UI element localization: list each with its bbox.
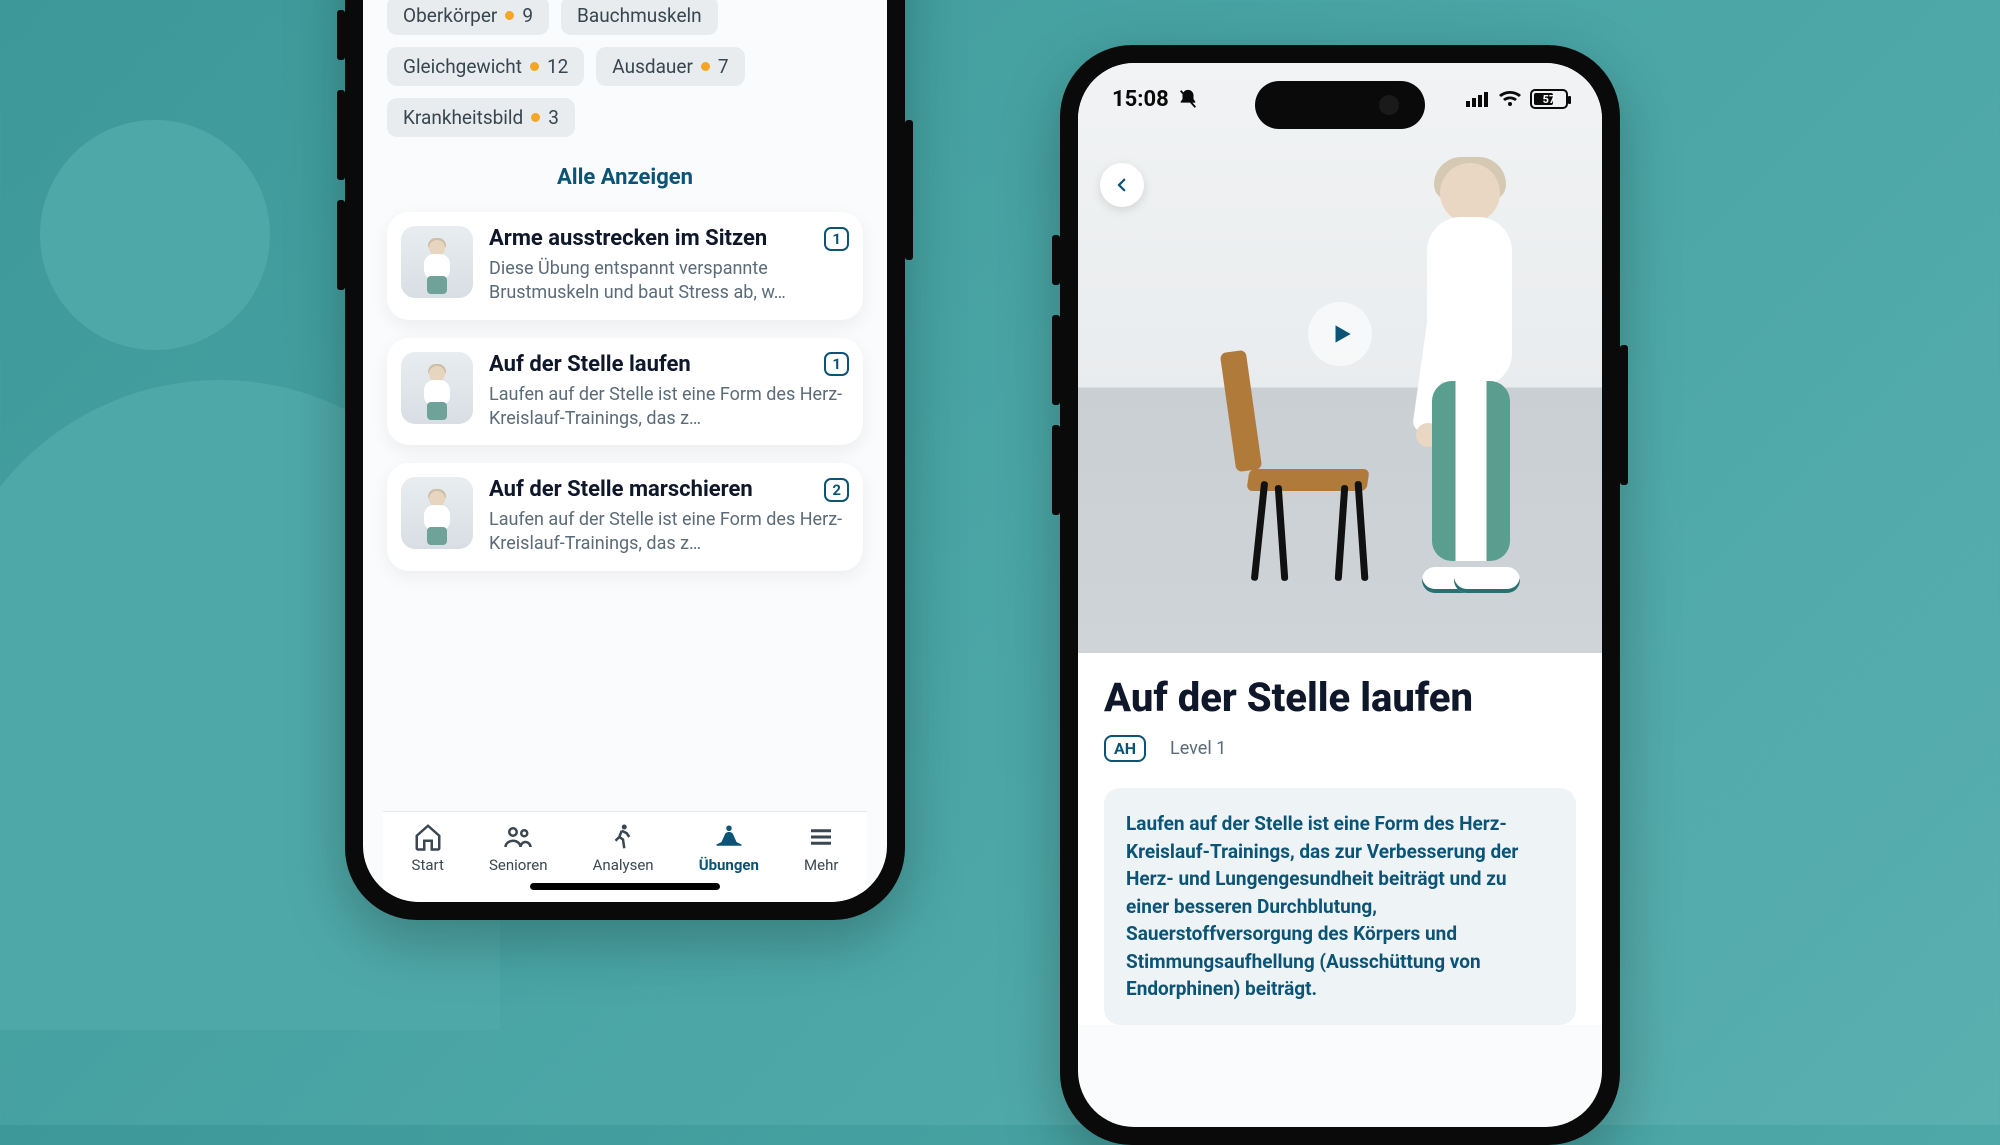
exercise-title: Auf der Stelle laufen [1104, 675, 1576, 721]
dot-icon [505, 11, 514, 20]
status-time: 15:08 [1112, 87, 1169, 112]
menu-icon [806, 822, 836, 852]
filter-chip[interactable]: Krankheitsbild 3 [387, 98, 575, 137]
card-title: Arme ausstrecken im Sitzen [489, 226, 767, 251]
chip-label: Gleichgewicht [403, 57, 522, 76]
play-button[interactable] [1308, 302, 1372, 366]
category-badge: AH [1104, 735, 1146, 762]
chip-count: 7 [718, 57, 729, 76]
tab-mehr[interactable]: Mehr [804, 822, 838, 874]
tab-analysen[interactable]: Analysen [593, 822, 654, 874]
card-description: Laufen auf der Stelle ist eine Form des … [489, 383, 849, 432]
chevron-left-icon [1113, 176, 1131, 194]
people-icon [503, 822, 533, 852]
exercise-thumbnail [401, 477, 473, 549]
level-badge: 1 [824, 352, 849, 376]
filter-chip[interactable]: Ausdauer 7 [596, 47, 744, 86]
chip-label: Oberkörper [403, 6, 497, 25]
home-indicator [530, 883, 720, 890]
tab-uebungen[interactable]: Übungen [699, 822, 759, 874]
chip-label: Bauchmuskeln [577, 6, 702, 25]
tab-senioren[interactable]: Senioren [489, 822, 548, 874]
tab-label: Senioren [489, 856, 548, 874]
card-description: Diese Übung entspannt verspannte Brustmu… [489, 257, 849, 306]
exercise-card[interactable]: Auf der Stelle laufen 1 Laufen auf der Ste… [387, 338, 863, 446]
home-icon [413, 822, 443, 852]
bell-off-icon [1177, 88, 1199, 110]
chip-label: Ausdauer [612, 57, 693, 76]
back-button[interactable] [1100, 163, 1144, 207]
chip-count: 9 [522, 6, 533, 25]
walk-icon [608, 822, 638, 852]
exercise-thumbnail [401, 352, 473, 424]
phone-exercises-list: Übungen Rumpf8Yoga2Unterkörper10Oberkörp… [345, 0, 905, 920]
filter-chips: Rumpf8Yoga2Unterkörper10Oberkörper9Bauch… [383, 0, 867, 137]
hero-chair [1208, 351, 1398, 581]
battery-icon: 57 [1530, 89, 1568, 109]
tab-label: Start [412, 856, 444, 874]
exercise-video[interactable] [1078, 63, 1602, 653]
exercise-thumbnail [401, 226, 473, 298]
status-bar: 15:08 57 [1078, 63, 1602, 135]
exercise-card[interactable]: Auf der Stelle marschieren 2 Laufen auf de… [387, 463, 863, 571]
meditate-icon [714, 822, 744, 852]
level-label: Level 1 [1170, 738, 1226, 759]
tab-label: Übungen [699, 856, 759, 874]
chip-count: 3 [548, 108, 559, 127]
filter-chip[interactable]: Oberkörper 9 [387, 0, 549, 35]
dot-icon [530, 62, 539, 71]
exercise-list: Arme ausstrecken im Sitzen 1 Diese Übung e… [383, 212, 867, 571]
level-badge: 2 [824, 478, 849, 502]
hero-person [1392, 163, 1542, 593]
exercise-description: Laufen auf der Stelle ist eine Form des … [1104, 788, 1576, 1025]
dot-icon [531, 113, 540, 122]
filter-chip[interactable]: Gleichgewicht 12 [387, 47, 584, 86]
card-title: Auf der Stelle laufen [489, 352, 691, 377]
cellular-icon [1466, 90, 1490, 108]
phone-exercise-detail: 15:08 57 [1060, 45, 1620, 1145]
card-title: Auf der Stelle marschieren [489, 477, 753, 502]
filter-chip[interactable]: Bauchmuskeln [561, 0, 718, 35]
level-badge: 1 [824, 227, 849, 251]
chip-label: Krankheitsbild [403, 108, 523, 127]
tab-start[interactable]: Start [412, 822, 444, 874]
tab-label: Analysen [593, 856, 654, 874]
dot-icon [701, 62, 710, 71]
play-icon [1329, 321, 1355, 347]
wifi-icon [1498, 90, 1522, 108]
show-all-link[interactable]: Alle Anzeigen [383, 137, 867, 212]
tab-label: Mehr [804, 856, 838, 874]
card-description: Laufen auf der Stelle ist eine Form des … [489, 508, 849, 557]
chip-count: 12 [547, 57, 568, 76]
exercise-meta: AH Level 1 [1104, 735, 1576, 762]
exercise-card[interactable]: Arme ausstrecken im Sitzen 1 Diese Übung e… [387, 212, 863, 320]
